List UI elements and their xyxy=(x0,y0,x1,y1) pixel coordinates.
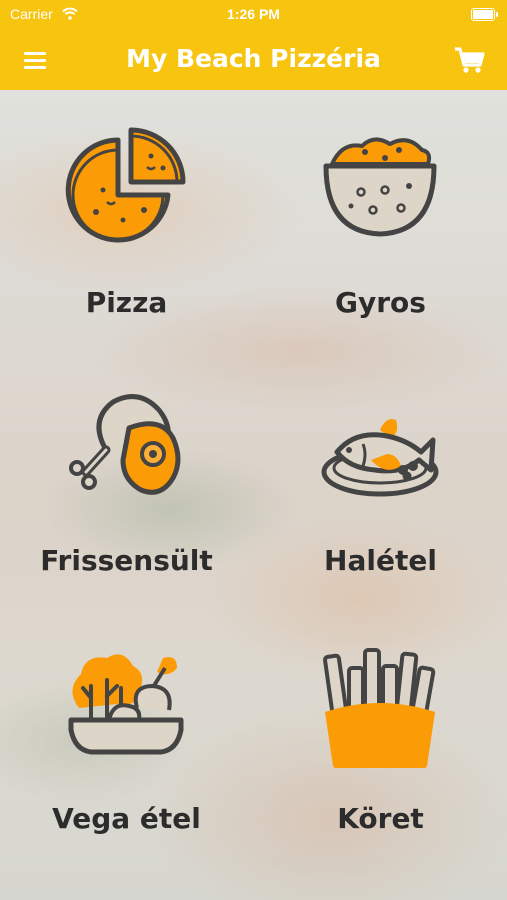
category-label: Vega étel xyxy=(52,802,201,835)
vegetable-bowl-icon xyxy=(68,654,184,755)
category-label: Köret xyxy=(337,802,424,835)
category-pizza[interactable]: Pizza xyxy=(0,90,253,348)
pizza-icon xyxy=(65,127,186,243)
shopping-cart-icon xyxy=(455,47,485,73)
chicken-leg-steak-icon xyxy=(69,394,181,495)
category-label: Halétel xyxy=(324,544,437,577)
cart-button[interactable] xyxy=(453,44,487,76)
fish-plate-icon xyxy=(321,419,439,497)
category-gyros[interactable]: Gyros xyxy=(254,90,507,348)
category-koret[interactable]: Köret xyxy=(254,606,507,864)
page-title: My Beach Pizzéria xyxy=(126,44,381,73)
battery-icon xyxy=(471,8,498,21)
navigation-bar: My Beach Pizzéria xyxy=(0,30,507,90)
category-label: Frissensült xyxy=(40,544,213,577)
french-fries-icon xyxy=(323,648,436,768)
category-label: Pizza xyxy=(85,286,168,319)
category-label: Gyros xyxy=(335,286,426,319)
clock: 1:26 PM xyxy=(227,6,280,22)
category-vega-etel[interactable]: Vega étel xyxy=(0,606,253,864)
category-frissensult[interactable]: Frissensült xyxy=(0,348,253,606)
category-haletel[interactable]: Halétel xyxy=(254,348,507,606)
category-grid: Pizza Gyros Frissensült Halétel Vega éte… xyxy=(0,90,507,900)
gyros-bowl-icon xyxy=(323,137,437,237)
status-bar: Carrier 1:26 PM xyxy=(0,0,507,30)
